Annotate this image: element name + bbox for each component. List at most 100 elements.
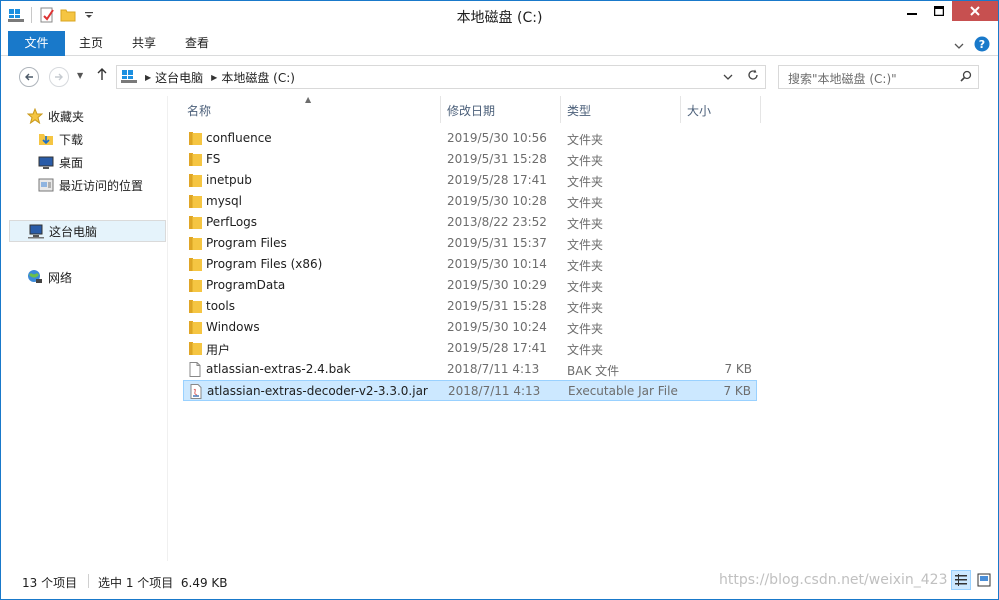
- watermark: https://blog.csdn.net/weixin_423: [719, 572, 948, 588]
- navigation-pane: 收藏夹 下载 桌面 最近访问的位置 这台电脑 网络: [9, 99, 167, 561]
- table-row[interactable]: ProgramData 2019/5/30 10:29 文件夹: [183, 275, 757, 296]
- file-name: 用户: [206, 343, 231, 357]
- column-header-name[interactable]: 名称: [181, 96, 441, 123]
- nav-desktop-label: 桌面: [59, 155, 84, 170]
- tab-share[interactable]: 共享: [124, 31, 164, 56]
- file-modified-date: 2019/5/30 10:29: [447, 278, 547, 292]
- file-type: 文件夹: [567, 238, 604, 252]
- history-dropdown-icon[interactable]: [723, 70, 733, 84]
- file-name: ProgramData: [206, 278, 286, 292]
- table-row[interactable]: mysql 2019/5/30 10:28 文件夹: [183, 191, 757, 212]
- details-view-button[interactable]: [951, 570, 971, 590]
- table-row[interactable]: 用户 2019/5/28 17:41 文件夹: [183, 338, 757, 359]
- desktop-icon: [38, 154, 54, 170]
- column-header-date[interactable]: 修改日期: [441, 96, 561, 123]
- downloads-icon: [38, 131, 54, 147]
- table-row[interactable]: PerfLogs 2013/8/22 23:52 文件夹: [183, 212, 757, 233]
- expand-ribbon-icon[interactable]: [954, 39, 964, 53]
- up-button[interactable]: [96, 67, 108, 85]
- tab-file[interactable]: 文件: [8, 31, 65, 56]
- jar-icon: [188, 384, 204, 399]
- title-bar: 本地磁盘 (C:): [1, 1, 998, 31]
- column-header-type[interactable]: 类型: [561, 96, 681, 123]
- file-modified-date: 2019/5/30 10:14: [447, 257, 547, 271]
- nav-recent-places[interactable]: 最近访问的位置: [38, 174, 166, 196]
- navigation-bar: ▼ ▶ 这台电脑 ▶ 本地磁盘 (C:) 搜索"本地磁盘 (C:)": [1, 57, 998, 95]
- computer-icon: [121, 68, 137, 87]
- nav-desktop[interactable]: 桌面: [38, 151, 166, 173]
- chevron-right-icon[interactable]: ▶: [145, 73, 151, 82]
- recent-locations-icon[interactable]: ▼: [77, 71, 83, 80]
- file-type: Executable Jar File: [568, 384, 678, 398]
- file-modified-date: 2013/8/22 23:52: [447, 215, 547, 229]
- folder-icon: [187, 236, 203, 251]
- file-name: confluence: [206, 131, 272, 145]
- address-controls: [723, 69, 759, 84]
- tab-home[interactable]: 主页: [71, 31, 111, 56]
- nav-favorites[interactable]: 收藏夹: [27, 105, 184, 127]
- file-type: 文件夹: [567, 280, 604, 294]
- view-switcher: [951, 570, 994, 590]
- nav-downloads[interactable]: 下载: [38, 128, 166, 150]
- table-row[interactable]: Program Files 2019/5/31 15:37 文件夹: [183, 233, 757, 254]
- table-row[interactable]: Windows 2019/5/30 10:24 文件夹: [183, 317, 757, 338]
- table-row[interactable]: Program Files (x86) 2019/5/30 10:14 文件夹: [183, 254, 757, 275]
- search-input[interactable]: 搜索"本地磁盘 (C:)": [778, 65, 979, 89]
- tab-view[interactable]: 查看: [177, 31, 217, 56]
- nav-this-pc[interactable]: 这台电脑: [9, 220, 166, 242]
- file-type: 文件夹: [567, 133, 604, 147]
- search-placeholder: 搜索"本地磁盘 (C:)": [788, 72, 897, 86]
- nav-downloads-label: 下载: [59, 132, 84, 147]
- file-name: mysql: [206, 194, 242, 208]
- address-bar[interactable]: ▶ 这台电脑 ▶ 本地磁盘 (C:): [116, 65, 766, 89]
- refresh-icon[interactable]: [747, 69, 759, 84]
- ribbon-controls: ?: [954, 36, 990, 55]
- table-row[interactable]: confluence 2019/5/30 10:56 文件夹: [183, 128, 757, 149]
- ribbon-tabs: 文件 主页 共享 查看 ?: [1, 31, 998, 56]
- forward-button[interactable]: [49, 67, 69, 87]
- minimize-button[interactable]: [898, 1, 925, 21]
- help-icon[interactable]: ?: [974, 36, 990, 55]
- large-icons-view-button[interactable]: [974, 570, 994, 590]
- folder-icon: [187, 257, 203, 272]
- file-modified-date: 2019/5/30 10:28: [447, 194, 547, 208]
- search-icon[interactable]: [960, 70, 972, 85]
- close-button[interactable]: [952, 1, 998, 21]
- nav-favorites-label: 收藏夹: [48, 109, 85, 124]
- folder-icon: [187, 152, 203, 167]
- breadcrumb-this-pc[interactable]: 这台电脑: [155, 69, 203, 86]
- file-name: tools: [206, 299, 235, 313]
- file-modified-date: 2019/5/28 17:41: [447, 173, 547, 187]
- table-row[interactable]: inetpub 2019/5/28 17:41 文件夹: [183, 170, 757, 191]
- recent-places-icon: [38, 177, 54, 193]
- nav-network-label: 网络: [48, 270, 73, 285]
- file-modified-date: 2019/5/28 17:41: [447, 341, 547, 355]
- file-name: inetpub: [206, 173, 252, 187]
- file-name: Program Files: [206, 236, 287, 250]
- file-type: 文件夹: [567, 343, 604, 357]
- maximize-button[interactable]: [925, 1, 952, 21]
- file-modified-date: 2019/5/31 15:37: [447, 236, 547, 250]
- file-type: 文件夹: [567, 196, 604, 210]
- breadcrumb-local-disk[interactable]: 本地磁盘 (C:): [221, 69, 295, 86]
- file-modified-date: 2019/5/31 15:28: [447, 299, 547, 313]
- file-size: 7 KB: [723, 384, 751, 398]
- chevron-right-icon[interactable]: ▶: [211, 73, 217, 82]
- table-row[interactable]: atlassian-extras-2.4.bak 2018/7/11 4:13 BA…: [183, 359, 757, 380]
- pane-divider[interactable]: [167, 96, 168, 561]
- back-button[interactable]: [19, 67, 39, 87]
- folder-icon: [187, 341, 203, 356]
- table-row[interactable]: tools 2019/5/31 15:28 文件夹: [183, 296, 757, 317]
- file-size: 7 KB: [724, 362, 752, 376]
- file-modified-date: 2019/5/30 10:56: [447, 131, 547, 145]
- folder-icon: [187, 320, 203, 335]
- table-row-selected[interactable]: atlassian-extras-decoder-v2-3.3.0.jar 201…: [183, 380, 757, 401]
- file-type: 文件夹: [567, 322, 604, 336]
- table-row[interactable]: FS 2019/5/31 15:28 文件夹: [183, 149, 757, 170]
- nav-network[interactable]: 网络: [27, 266, 184, 288]
- file-name: FS: [206, 152, 221, 166]
- file-name: PerfLogs: [206, 215, 258, 229]
- file-modified-date: 2019/5/30 10:24: [447, 320, 547, 334]
- folder-icon: [187, 299, 203, 314]
- column-header-size[interactable]: 大小: [681, 96, 761, 123]
